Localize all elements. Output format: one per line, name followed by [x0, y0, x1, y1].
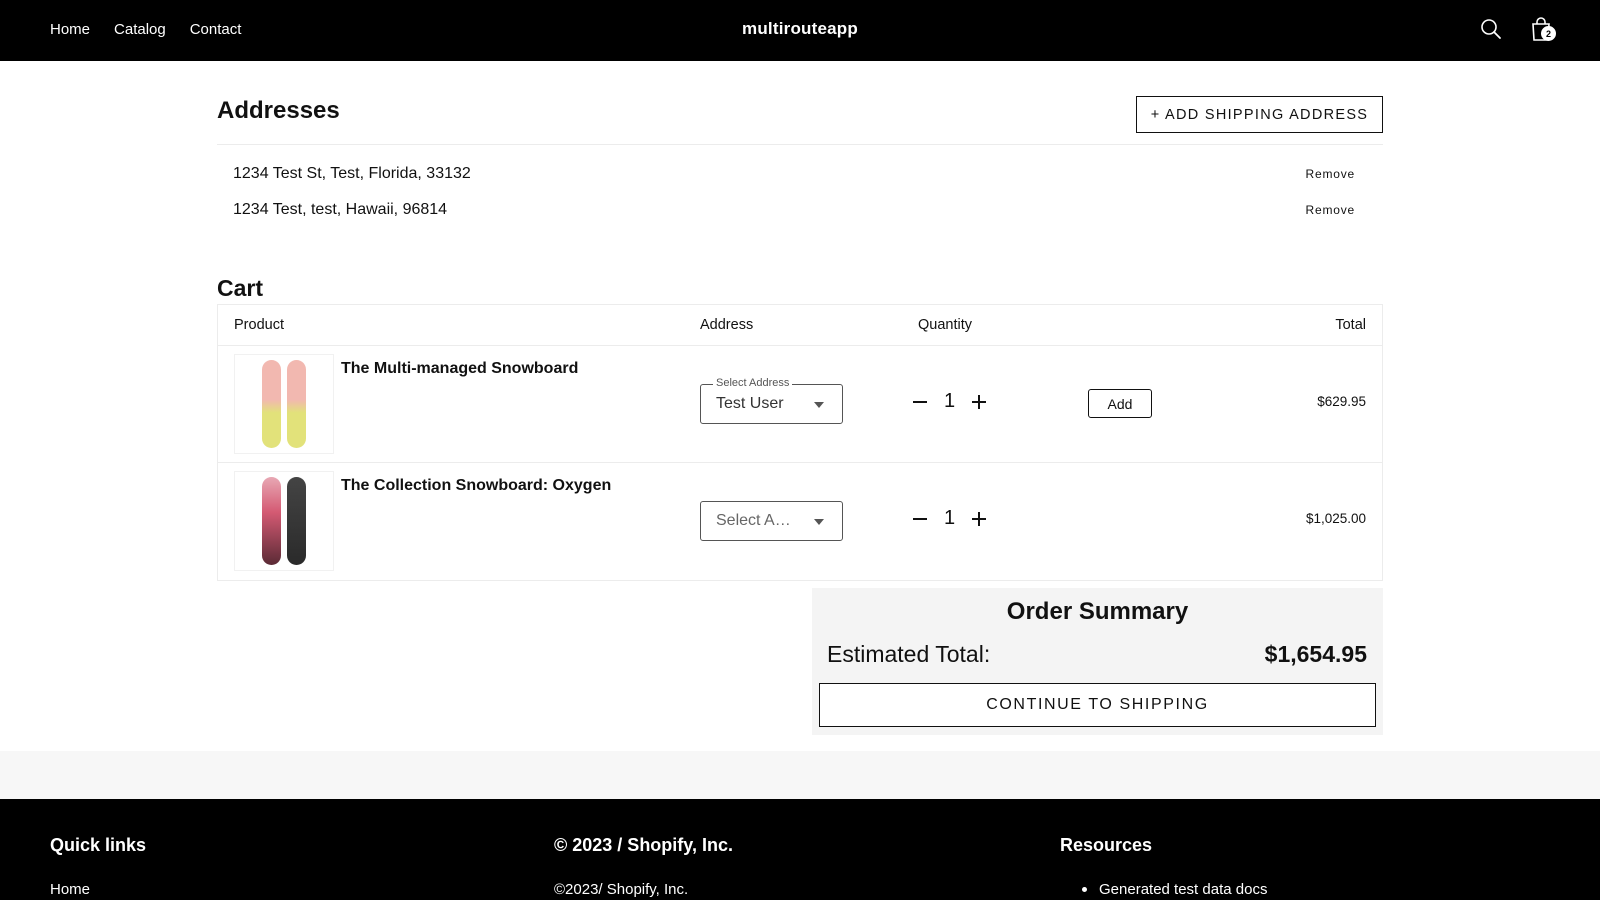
footer-quick-links: Quick links Home [50, 835, 146, 898]
resource-item: Generated test data docs [1060, 881, 1267, 898]
order-summary-title: Order Summary [1006, 598, 1189, 625]
item-total: $1,025.00 [1305, 511, 1366, 526]
add-button[interactable]: Add [1088, 389, 1152, 418]
product-thumbnail[interactable] [234, 354, 334, 454]
quantity-stepper: 1 [910, 507, 989, 530]
main-content: Addresses + ADD SHIPPING ADDRESS 1234 Te… [217, 61, 1383, 581]
snowboard-image [287, 360, 306, 448]
quick-links-title: Quick links [50, 835, 147, 855]
estimated-total-label: Estimated Total: [827, 641, 991, 667]
product-name[interactable]: The Collection Snowboard: Oxygen [341, 477, 611, 495]
increase-quantity-button[interactable] [969, 509, 989, 529]
address-text: 1234 Test St, Test, Florida, 33132 [233, 165, 471, 182]
snowboard-image [262, 477, 281, 565]
addresses-header: Addresses + ADD SHIPPING ADDRESS [217, 61, 1383, 145]
address-select[interactable]: Select A… [700, 501, 843, 541]
search-icon [1481, 19, 1501, 39]
snowboard-image [262, 360, 281, 448]
product-thumbnail[interactable] [234, 471, 334, 571]
copyright-text: ©2023/ Shopify, Inc. [554, 881, 689, 898]
chevron-down-icon [814, 402, 824, 408]
minus-icon [913, 517, 927, 520]
footer-spacer [0, 751, 1600, 799]
remove-address-button[interactable]: Remove [1306, 167, 1355, 181]
cart-title: Cart [217, 275, 264, 301]
snowboard-image [287, 477, 306, 565]
addresses-title: Addresses [217, 97, 340, 124]
chevron-down-icon [814, 519, 824, 525]
search-button[interactable] [1476, 14, 1506, 44]
address-item: 1234 Test, test, Hawaii, 96814 Remove [217, 193, 1383, 229]
decrease-quantity-button[interactable] [910, 509, 930, 529]
item-total: $629.95 [1317, 394, 1366, 409]
address-item: 1234 Test St, Test, Florida, 33132 Remov… [217, 157, 1383, 193]
select-label: Select Address [713, 377, 793, 389]
quantity-value: 1 [944, 507, 956, 529]
cart-table-header: Product Address Quantity Total [218, 305, 1382, 346]
product-name[interactable]: The Multi-managed Snowboard [341, 360, 578, 378]
brand-logo[interactable]: multirouteapp [0, 19, 1600, 39]
header-icons: 2 [1476, 14, 1556, 44]
add-shipping-address-button[interactable]: + ADD SHIPPING ADDRESS [1136, 96, 1383, 133]
order-summary: Order Summary Estimated Total: $1,654.95… [812, 588, 1383, 735]
select-value: Select A… [716, 512, 791, 529]
minus-icon [913, 400, 927, 403]
site-header: Home Catalog Contact multirouteapp 2 [0, 0, 1600, 61]
footer-link-home[interactable]: Home [50, 881, 90, 898]
remove-address-button[interactable]: Remove [1306, 203, 1355, 217]
resources-title: Resources [1060, 835, 1153, 855]
copyright-title: © 2023 / Shopify, Inc. [554, 835, 733, 855]
quantity-value: 1 [944, 390, 956, 412]
column-quantity: Quantity [918, 317, 972, 333]
column-address: Address [700, 317, 754, 333]
continue-to-shipping-button[interactable]: CONTINUE TO SHIPPING [819, 683, 1376, 727]
cart-count-badge: 2 [1541, 26, 1556, 41]
site-footer: Quick links Home © 2023 / Shopify, Inc. … [0, 799, 1600, 900]
decrease-quantity-button[interactable] [910, 392, 930, 412]
plus-icon [972, 511, 987, 526]
cart-item-row: The Collection Snowboard: Oxygen Select … [218, 463, 1382, 580]
bullet-icon [1082, 887, 1087, 892]
increase-quantity-button[interactable] [969, 392, 989, 412]
column-product: Product [234, 317, 284, 333]
cart-item-row: The Multi-managed Snowboard Select Addre… [218, 346, 1382, 463]
footer-copyright: © 2023 / Shopify, Inc. ©2023/ Shopify, I… [554, 835, 733, 898]
address-text: 1234 Test, test, Hawaii, 96814 [233, 201, 448, 218]
cart-table: Product Address Quantity Total The Multi… [217, 304, 1383, 581]
select-value: Test User [716, 395, 784, 412]
quantity-stepper: 1 [910, 390, 989, 413]
address-select[interactable]: Select Address Test User [700, 377, 843, 424]
cart-button[interactable]: 2 [1526, 14, 1556, 44]
footer-resources: Resources Generated test data docs [1060, 835, 1267, 898]
address-list: 1234 Test St, Test, Florida, 33132 Remov… [217, 145, 1383, 229]
plus-icon [972, 394, 987, 409]
estimated-total-value: $1,654.95 [1264, 641, 1367, 667]
column-total: Total [1335, 317, 1366, 333]
footer-link-test-data-docs[interactable]: Generated test data docs [1099, 881, 1267, 898]
